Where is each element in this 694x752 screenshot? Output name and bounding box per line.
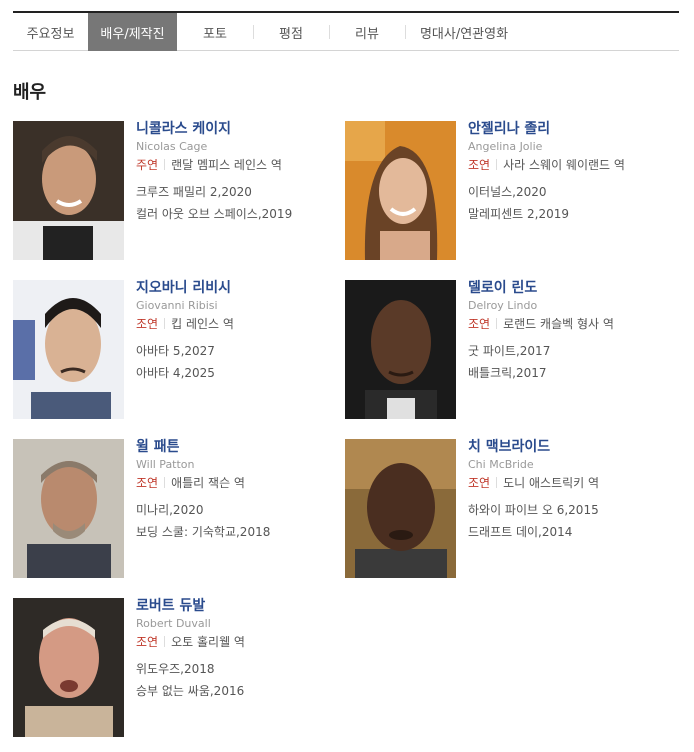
divider — [496, 477, 498, 488]
actor-english-name: Giovanni Ribisi — [136, 299, 218, 312]
divider — [164, 159, 166, 170]
actor-card: 윌 패튼 Will Patton 조연 애틀리 잭슨 역 미나리,2020 보딩 … — [13, 439, 343, 579]
actor-role: 주연 랜달 멤피스 레인스 역 — [136, 156, 336, 175]
actor-card: 니콜라스 케이지 Nicolas Cage 주연 랜달 멤피스 레인스 역 크루즈… — [13, 121, 343, 261]
role-name: 애틀리 잭슨 역 — [171, 476, 245, 490]
actor-role: 조연 도니 애스트릭키 역 — [468, 474, 668, 493]
actor-card: 지오바니 리비시 Giovanni Ribisi 조연 킵 레인스 역 아바타 5… — [13, 280, 343, 420]
actor-english-name: Will Patton — [136, 458, 195, 471]
actor-name-link[interactable]: 로버트 듀발 — [136, 598, 336, 614]
actor-role: 조연 킵 레인스 역 — [136, 315, 336, 334]
filmography-link[interactable]: 아바타 5,2027 — [136, 340, 336, 362]
actor-name-link[interactable]: 니콜라스 케이지 — [136, 121, 336, 137]
role-type: 조연 — [136, 317, 159, 331]
role-type: 조연 — [468, 158, 491, 172]
role-type: 주연 — [136, 158, 159, 172]
tab-photo[interactable]: 포토 — [177, 13, 253, 51]
filmography-link[interactable]: 이터널스,2020 — [468, 181, 668, 203]
actor-english-name: Delroy Lindo — [468, 299, 538, 312]
actor-english-name: Angelina Jolie — [468, 140, 543, 153]
actor-name-link[interactable]: 지오바니 리비시 — [136, 280, 336, 296]
filmography-link[interactable]: 승부 없는 싸움,2016 — [136, 680, 336, 702]
actor-photo[interactable] — [345, 280, 456, 419]
filmography-link[interactable]: 굿 파이트,2017 — [468, 340, 668, 362]
role-type: 조연 — [136, 635, 159, 649]
role-type: 조연 — [468, 317, 491, 331]
filmography-link[interactable]: 위도우즈,2018 — [136, 658, 336, 680]
tab-bar: 주요정보 배우/제작진 포토 평점 리뷰 명대사/연관영화 — [13, 11, 679, 51]
tab-main-info[interactable]: 주요정보 — [13, 13, 88, 51]
role-name: 킵 레인스 역 — [171, 317, 234, 331]
filmography-link[interactable]: 드래프트 데이,2014 — [468, 521, 668, 543]
actor-english-name: Nicolas Cage — [136, 140, 208, 153]
tab-review[interactable]: 리뷰 — [329, 13, 405, 51]
actor-role: 조연 로랜드 캐슬벡 형사 역 — [468, 315, 668, 334]
filmography-link[interactable]: 크루즈 패밀리 2,2020 — [136, 181, 336, 203]
actor-name-link[interactable]: 안젤리나 졸리 — [468, 121, 668, 137]
actor-role: 조연 오토 홀리웰 역 — [136, 633, 336, 652]
role-type: 조연 — [136, 476, 159, 490]
actor-photo[interactable] — [13, 121, 124, 260]
role-type: 조연 — [468, 476, 491, 490]
actor-role: 조연 애틀리 잭슨 역 — [136, 474, 336, 493]
actor-english-name: Robert Duvall — [136, 617, 211, 630]
role-name: 로랜드 캐슬벡 형사 역 — [503, 317, 614, 331]
actor-english-name: Chi McBride — [468, 458, 534, 471]
actor-photo[interactable] — [345, 439, 456, 578]
divider — [164, 477, 166, 488]
actor-photo[interactable] — [13, 280, 124, 419]
divider — [496, 318, 498, 329]
actor-role: 조연 사라 스웨이 웨이랜드 역 — [468, 156, 668, 175]
divider — [496, 159, 498, 170]
actor-name-link[interactable]: 윌 패튼 — [136, 439, 336, 455]
actor-card: 로버트 듀발 Robert Duvall 조연 오토 홀리웰 역 위도우즈,201… — [13, 598, 343, 738]
filmography-link[interactable]: 배틀크릭,2017 — [468, 362, 668, 384]
filmography-link[interactable]: 보딩 스쿨: 기숙학교,2018 — [136, 521, 336, 543]
divider — [164, 636, 166, 647]
actor-card: 델로이 린도 Delroy Lindo 조연 로랜드 캐슬벡 형사 역 굿 파이트… — [345, 280, 675, 420]
role-name: 사라 스웨이 웨이랜드 역 — [503, 158, 625, 172]
role-name: 오토 홀리웰 역 — [171, 635, 245, 649]
filmography-link[interactable]: 아바타 4,2025 — [136, 362, 336, 384]
tab-quotes-related[interactable]: 명대사/연관영화 — [405, 13, 523, 51]
tab-cast-crew[interactable]: 배우/제작진 — [88, 13, 177, 51]
role-name: 랜달 멤피스 레인스 역 — [171, 158, 282, 172]
role-name: 도니 애스트릭키 역 — [503, 476, 600, 490]
actor-photo[interactable] — [345, 121, 456, 260]
actor-name-link[interactable]: 델로이 린도 — [468, 280, 668, 296]
filmography-link[interactable]: 말레피센트 2,2019 — [468, 203, 668, 225]
section-title: 배우 — [13, 82, 47, 103]
actor-card: 치 맥브라이드 Chi McBride 조연 도니 애스트릭키 역 하와이 파이브… — [345, 439, 675, 579]
filmography-link[interactable]: 하와이 파이브 오 6,2015 — [468, 499, 668, 521]
divider — [164, 318, 166, 329]
tab-rating[interactable]: 평점 — [253, 13, 329, 51]
filmography-link[interactable]: 컬러 아웃 오브 스페이스,2019 — [136, 203, 336, 225]
actor-name-link[interactable]: 치 맥브라이드 — [468, 439, 668, 455]
actor-photo[interactable] — [13, 439, 124, 578]
actor-card: 안젤리나 졸리 Angelina Jolie 조연 사라 스웨이 웨이랜드 역 이… — [345, 121, 675, 261]
filmography-link[interactable]: 미나리,2020 — [136, 499, 336, 521]
actor-photo[interactable] — [13, 598, 124, 737]
